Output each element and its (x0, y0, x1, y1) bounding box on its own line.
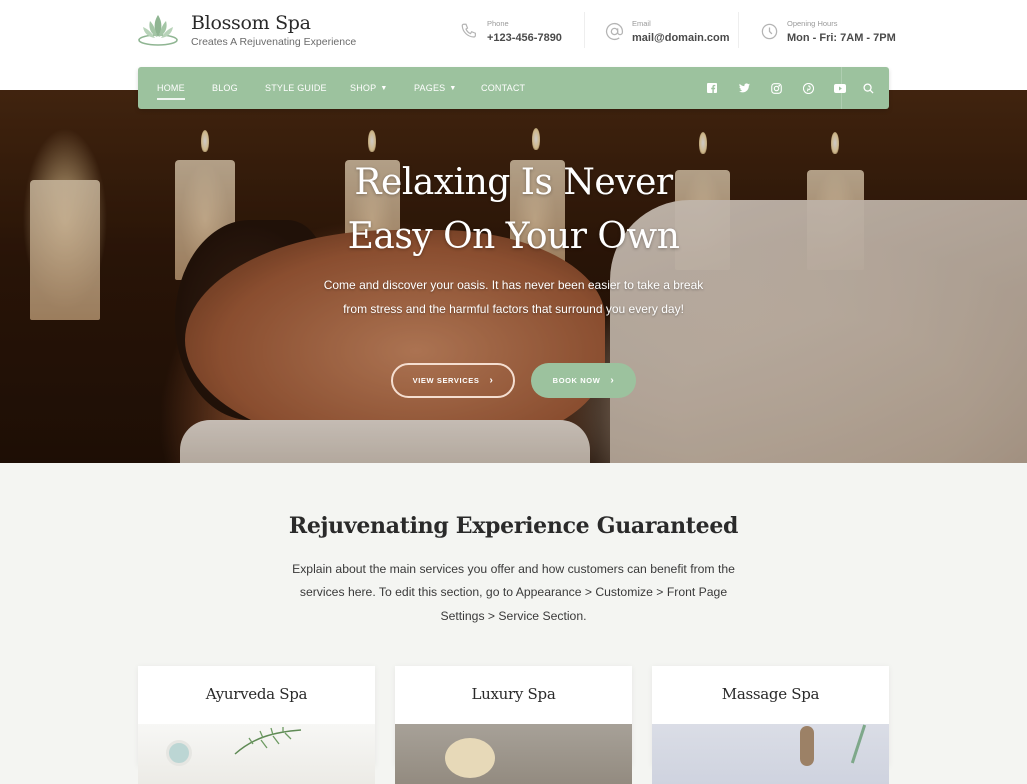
lotus-icon (138, 15, 178, 46)
service-card-title[interactable]: Massage Spa (652, 685, 889, 703)
nav-item-home[interactable]: HOME (157, 67, 185, 109)
chevron-down-icon: ▼ (449, 84, 457, 92)
main-navigation: HOME BLOG STYLE GUIDE SHOP ▼ PAGES ▼ CONTA… (138, 67, 889, 109)
service-card-image (652, 724, 889, 784)
book-now-button[interactable]: BOOK NOW › (531, 363, 636, 398)
nav-item-style-guide[interactable]: STYLE GUIDE (265, 67, 327, 109)
nav-item-contact[interactable]: CONTACT (481, 67, 525, 109)
nav-item-blog[interactable]: BLOG (212, 67, 238, 109)
nav-label: STYLE GUIDE (265, 83, 327, 93)
nav-label: SHOP (350, 83, 377, 93)
hero-title-line: Easy On Your Own (347, 216, 680, 257)
divider (841, 67, 842, 109)
service-card-image (138, 724, 375, 784)
hero-description: Come and discover your oasis. It has nev… (323, 278, 704, 316)
search-icon[interactable] (856, 67, 880, 109)
service-card-ayurveda[interactable]: Ayurveda Spa (138, 666, 375, 784)
flower-image (445, 738, 495, 778)
button-label: BOOK NOW (552, 376, 601, 385)
nav-label: CONTACT (481, 83, 526, 93)
at-sign-icon (604, 21, 624, 41)
contact-phone: Phone +123-456-7890 (459, 14, 562, 48)
hero-title-line: Relaxing Is Never (354, 162, 673, 203)
site-tagline: Creates A Rejuvenating Experience (191, 36, 357, 48)
youtube-icon[interactable] (828, 67, 852, 109)
nav-label: HOME (157, 83, 185, 93)
instagram-icon[interactable] (764, 67, 788, 109)
site-title[interactable]: Blossom Spa (191, 12, 356, 34)
divider (584, 12, 585, 48)
services-title: Rejuvenating Experience Guaranteed (288, 513, 739, 539)
twitter-icon[interactable] (732, 67, 756, 109)
button-label: VIEW SERVICES (412, 376, 480, 385)
pinterest-icon[interactable] (796, 67, 820, 109)
nav-label: BLOG (212, 83, 238, 93)
email-value[interactable]: mail@domain.com (632, 32, 730, 44)
service-card-massage[interactable]: Massage Spa (652, 666, 889, 784)
service-card-title[interactable]: Ayurveda Spa (138, 685, 375, 703)
herb-image (234, 727, 302, 755)
plant-image (850, 724, 867, 764)
view-services-button[interactable]: VIEW SERVICES › (391, 363, 515, 398)
nav-item-pages[interactable]: PAGES ▼ (414, 67, 457, 109)
site-logo[interactable]: Blossom Spa Creates A Rejuvenating Exper… (137, 12, 356, 48)
service-card-title[interactable]: Luxury Spa (395, 685, 632, 703)
facebook-icon[interactable] (700, 67, 724, 109)
service-card-luxury[interactable]: Luxury Spa (395, 666, 632, 784)
hours-value: Mon - Fri: 7AM - 7PM (787, 31, 896, 44)
contact-label: Phone (487, 18, 509, 28)
service-card-image (395, 724, 632, 784)
chevron-down-icon: ▼ (380, 84, 388, 92)
divider (738, 12, 739, 48)
hero-banner: Relaxing Is Never Easy On Your Own Come … (0, 90, 1027, 463)
nav-label: PAGES (414, 83, 446, 93)
chevron-right-icon: › (489, 375, 494, 386)
phone-icon (459, 21, 479, 41)
hero-title: Relaxing Is Never Easy On Your Own (0, 156, 1027, 264)
nav-item-shop[interactable]: SHOP ▼ (350, 67, 387, 109)
chevron-right-icon: › (610, 375, 615, 386)
services-description: Explain about the main services you offe… (292, 562, 735, 623)
bottle-image (800, 726, 814, 766)
contact-hours: Opening Hours Mon - Fri: 7AM - 7PM (759, 14, 896, 48)
phone-value[interactable]: +123-456-7890 (487, 32, 562, 44)
contact-label: Email (632, 18, 651, 28)
clock-icon (759, 21, 779, 41)
contact-label: Opening Hours (787, 18, 838, 28)
bowl-image (166, 740, 192, 766)
contact-email: Email mail@domain.com (604, 14, 730, 48)
